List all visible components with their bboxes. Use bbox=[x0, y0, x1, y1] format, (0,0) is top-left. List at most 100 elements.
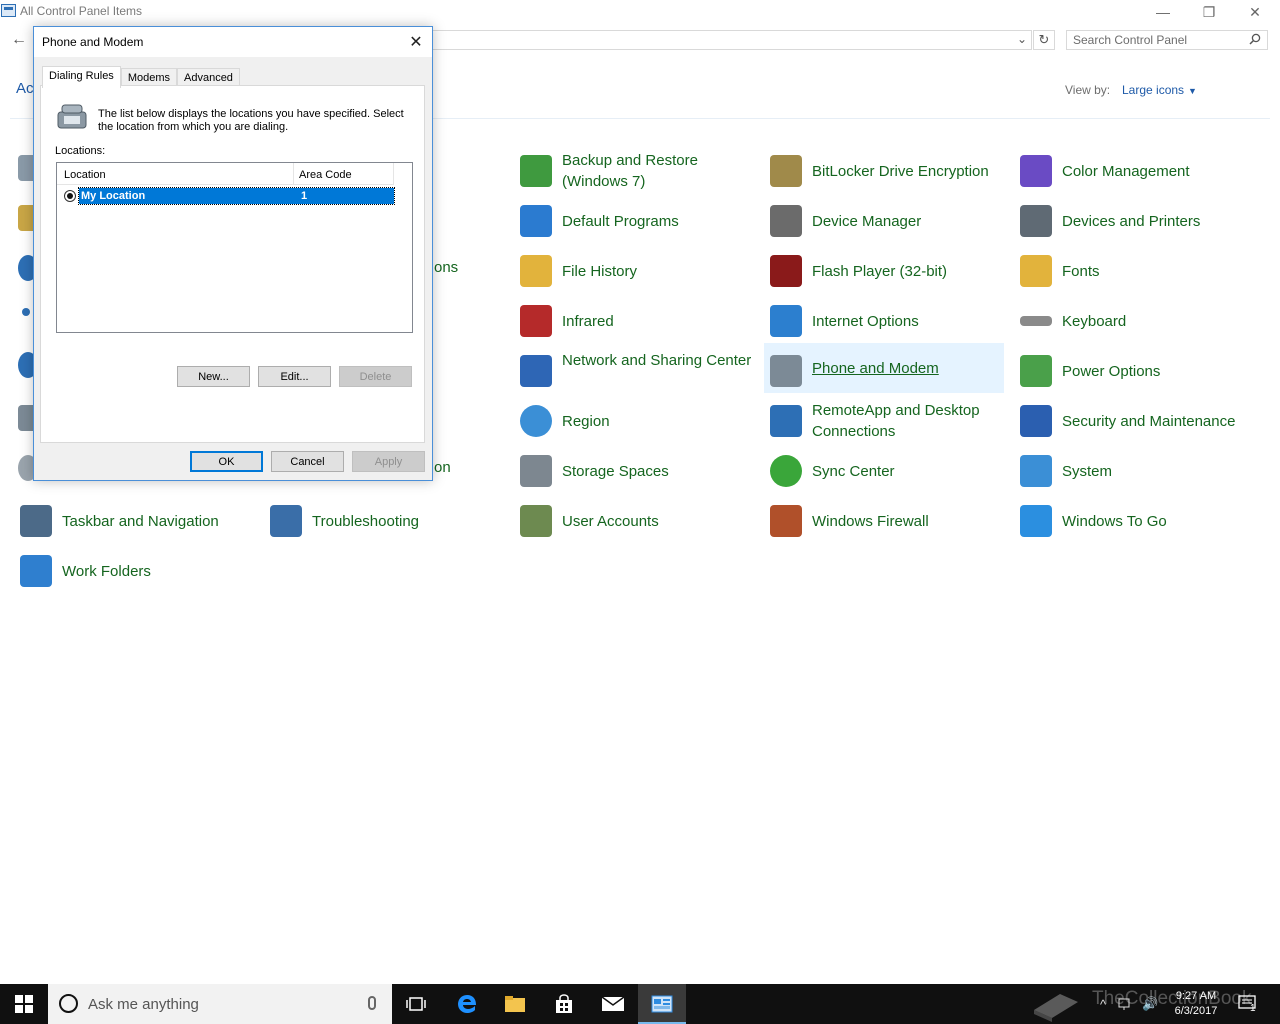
cp-item-label[interactable]: Storage Spaces bbox=[562, 461, 762, 482]
tab-dialing-rules[interactable]: Dialing Rules bbox=[42, 66, 121, 88]
cortana-search-box[interactable]: Ask me anything bbox=[48, 984, 392, 1024]
location-cell[interactable]: My Location bbox=[81, 190, 145, 202]
tray-chevron-icon[interactable]: ^ bbox=[1100, 984, 1106, 1024]
cp-item-label[interactable]: Windows To Go bbox=[1062, 511, 1262, 532]
dialog-titlebar[interactable]: Phone and Modem ✕ bbox=[34, 27, 432, 57]
back-arrow-icon[interactable]: ← bbox=[8, 30, 30, 50]
task-view-icon[interactable] bbox=[406, 996, 426, 1012]
start-button[interactable] bbox=[0, 984, 48, 1024]
control-panel-taskbar-icon[interactable] bbox=[651, 995, 673, 1013]
cp-item-region[interactable]: Region bbox=[514, 396, 754, 442]
selected-location-radio[interactable] bbox=[64, 190, 76, 202]
chevron-down-icon[interactable]: ⌄ bbox=[1017, 32, 1027, 46]
area-code-cell[interactable]: 1 bbox=[301, 190, 307, 202]
cp-item-label[interactable]: Work Folders bbox=[62, 561, 262, 582]
mail-button[interactable] bbox=[589, 984, 637, 1024]
ok-button[interactable]: OK bbox=[190, 451, 263, 472]
cp-item-label[interactable]: Phone and Modem bbox=[812, 358, 1012, 379]
column-divider[interactable] bbox=[293, 163, 294, 185]
cp-item-label[interactable]: Infrared bbox=[562, 311, 762, 332]
cp-item-fonts[interactable]: Fonts bbox=[1014, 246, 1254, 292]
cp-item-label[interactable]: Default Programs bbox=[562, 211, 762, 232]
cp-item-default-programs[interactable]: Default Programs bbox=[514, 196, 754, 242]
edge-button[interactable] bbox=[443, 984, 491, 1024]
folder-icon[interactable] bbox=[504, 995, 526, 1013]
cortana-icon[interactable] bbox=[59, 994, 78, 1013]
volume-icon[interactable]: 🔊 bbox=[1142, 984, 1158, 1024]
microphone-icon[interactable] bbox=[368, 996, 376, 1010]
cp-item-label[interactable]: Sync Center bbox=[812, 461, 1012, 482]
new-button[interactable]: New... bbox=[177, 366, 250, 387]
cp-item-label[interactable]: Color Management bbox=[1062, 161, 1262, 182]
cp-item-taskbar-navigation[interactable]: Taskbar and Navigation bbox=[14, 496, 254, 542]
action-center-button[interactable]: 1 bbox=[1238, 984, 1258, 1024]
cp-item-infrared[interactable]: Infrared bbox=[514, 296, 754, 342]
refresh-icon[interactable]: ↻ bbox=[1033, 30, 1055, 50]
view-by-dropdown[interactable]: Large icons ▼ bbox=[1122, 83, 1197, 97]
column-header-area-code[interactable]: Area Code bbox=[299, 169, 352, 181]
cp-item-sync-center[interactable]: Sync Center bbox=[764, 446, 1004, 492]
cp-item-label[interactable]: Power Options bbox=[1062, 361, 1262, 382]
minimize-button[interactable]: — bbox=[1140, 0, 1186, 24]
search-input[interactable] bbox=[1073, 33, 1243, 47]
locations-list[interactable]: Location Area Code My Location 1 bbox=[56, 162, 413, 333]
cp-item-label[interactable]: System bbox=[1062, 461, 1262, 482]
cp-item-storage-spaces[interactable]: Storage Spaces bbox=[514, 446, 754, 492]
cp-item-troubleshooting[interactable]: Troubleshooting bbox=[264, 496, 504, 542]
close-window-button[interactable]: ✕ bbox=[1232, 0, 1278, 24]
cp-item-label[interactable]: Security and Maintenance bbox=[1062, 411, 1262, 432]
cp-item-remoteapp[interactable]: RemoteApp and Desktop Connections bbox=[764, 396, 1004, 442]
cp-item-label[interactable]: Windows Firewall bbox=[812, 511, 1012, 532]
cp-item-network-sharing[interactable]: Network and Sharing Center bbox=[514, 346, 754, 392]
restore-button[interactable]: ❐ bbox=[1186, 0, 1232, 24]
column-divider[interactable] bbox=[393, 163, 394, 185]
cp-item-bitlocker[interactable]: BitLocker Drive Encryption bbox=[764, 146, 1004, 192]
task-view-button[interactable] bbox=[392, 984, 440, 1024]
cp-item-label[interactable]: Keyboard bbox=[1062, 311, 1262, 332]
cp-item-device-manager[interactable]: Device Manager bbox=[764, 196, 1004, 242]
cp-item-file-history[interactable]: File History bbox=[514, 246, 754, 292]
cp-item-label[interactable]: Backup and Restore (Windows 7) bbox=[562, 150, 762, 192]
view-by-value[interactable]: Large icons bbox=[1122, 83, 1184, 97]
cp-item-windows-to-go[interactable]: Windows To Go bbox=[1014, 496, 1254, 542]
cp-item-work-folders[interactable]: Work Folders bbox=[14, 546, 254, 592]
store-button[interactable] bbox=[540, 984, 588, 1024]
network-icon[interactable] bbox=[1118, 984, 1134, 1024]
cp-item-label[interactable]: Flash Player (32-bit) bbox=[812, 261, 1012, 282]
clock-time[interactable]: 9:27 AM bbox=[1168, 989, 1224, 1004]
cp-item-label[interactable]: Devices and Printers bbox=[1062, 211, 1262, 232]
cp-item-label[interactable]: Network and Sharing Center bbox=[562, 350, 762, 371]
cp-item-label[interactable]: File History bbox=[562, 261, 762, 282]
cp-item-label[interactable]: User Accounts bbox=[562, 511, 762, 532]
cp-item-backup-restore[interactable]: Backup and Restore (Windows 7) bbox=[514, 146, 754, 192]
hidden-item-label[interactable]: on bbox=[434, 459, 451, 476]
cancel-button[interactable]: Cancel bbox=[271, 451, 344, 472]
cp-item-label[interactable]: Region bbox=[562, 411, 762, 432]
cp-item-phone-modem[interactable]: Phone and Modem bbox=[764, 343, 1004, 393]
cp-item-label[interactable]: Troubleshooting bbox=[312, 511, 512, 532]
search-icon[interactable] bbox=[1249, 33, 1261, 45]
cp-item-label[interactable]: BitLocker Drive Encryption bbox=[812, 161, 1012, 182]
hidden-item-label[interactable]: ons bbox=[434, 259, 458, 276]
cp-item-windows-firewall[interactable]: Windows Firewall bbox=[764, 496, 1004, 542]
cp-item-label[interactable]: Fonts bbox=[1062, 261, 1262, 282]
cp-item-label[interactable]: Device Manager bbox=[812, 211, 1012, 232]
cp-item-label[interactable]: RemoteApp and Desktop Connections bbox=[812, 400, 1012, 442]
edge-icon[interactable] bbox=[456, 993, 478, 1015]
search-box[interactable] bbox=[1066, 30, 1268, 50]
cp-item-internet-options[interactable]: Internet Options bbox=[764, 296, 1004, 342]
windows-logo-icon[interactable] bbox=[15, 995, 33, 1013]
cp-item-power-options[interactable]: Power Options bbox=[1014, 346, 1254, 392]
cortana-search-text[interactable]: Ask me anything bbox=[88, 996, 199, 1013]
delete-button[interactable]: Delete bbox=[339, 366, 412, 387]
cp-item-label[interactable]: Internet Options bbox=[812, 311, 1012, 332]
cp-item-keyboard[interactable]: Keyboard bbox=[1014, 296, 1254, 342]
clock[interactable]: 9:27 AM 6/3/2017 bbox=[1168, 989, 1224, 1019]
control-panel-taskbar-button[interactable] bbox=[638, 984, 686, 1024]
file-explorer-button[interactable] bbox=[491, 984, 539, 1024]
cp-item-color-management[interactable]: Color Management bbox=[1014, 146, 1254, 192]
address-bar[interactable]: ⌄ bbox=[432, 30, 1032, 50]
column-header-location[interactable]: Location bbox=[64, 169, 106, 181]
mail-icon[interactable] bbox=[601, 996, 625, 1012]
cp-item-system[interactable]: System bbox=[1014, 446, 1254, 492]
